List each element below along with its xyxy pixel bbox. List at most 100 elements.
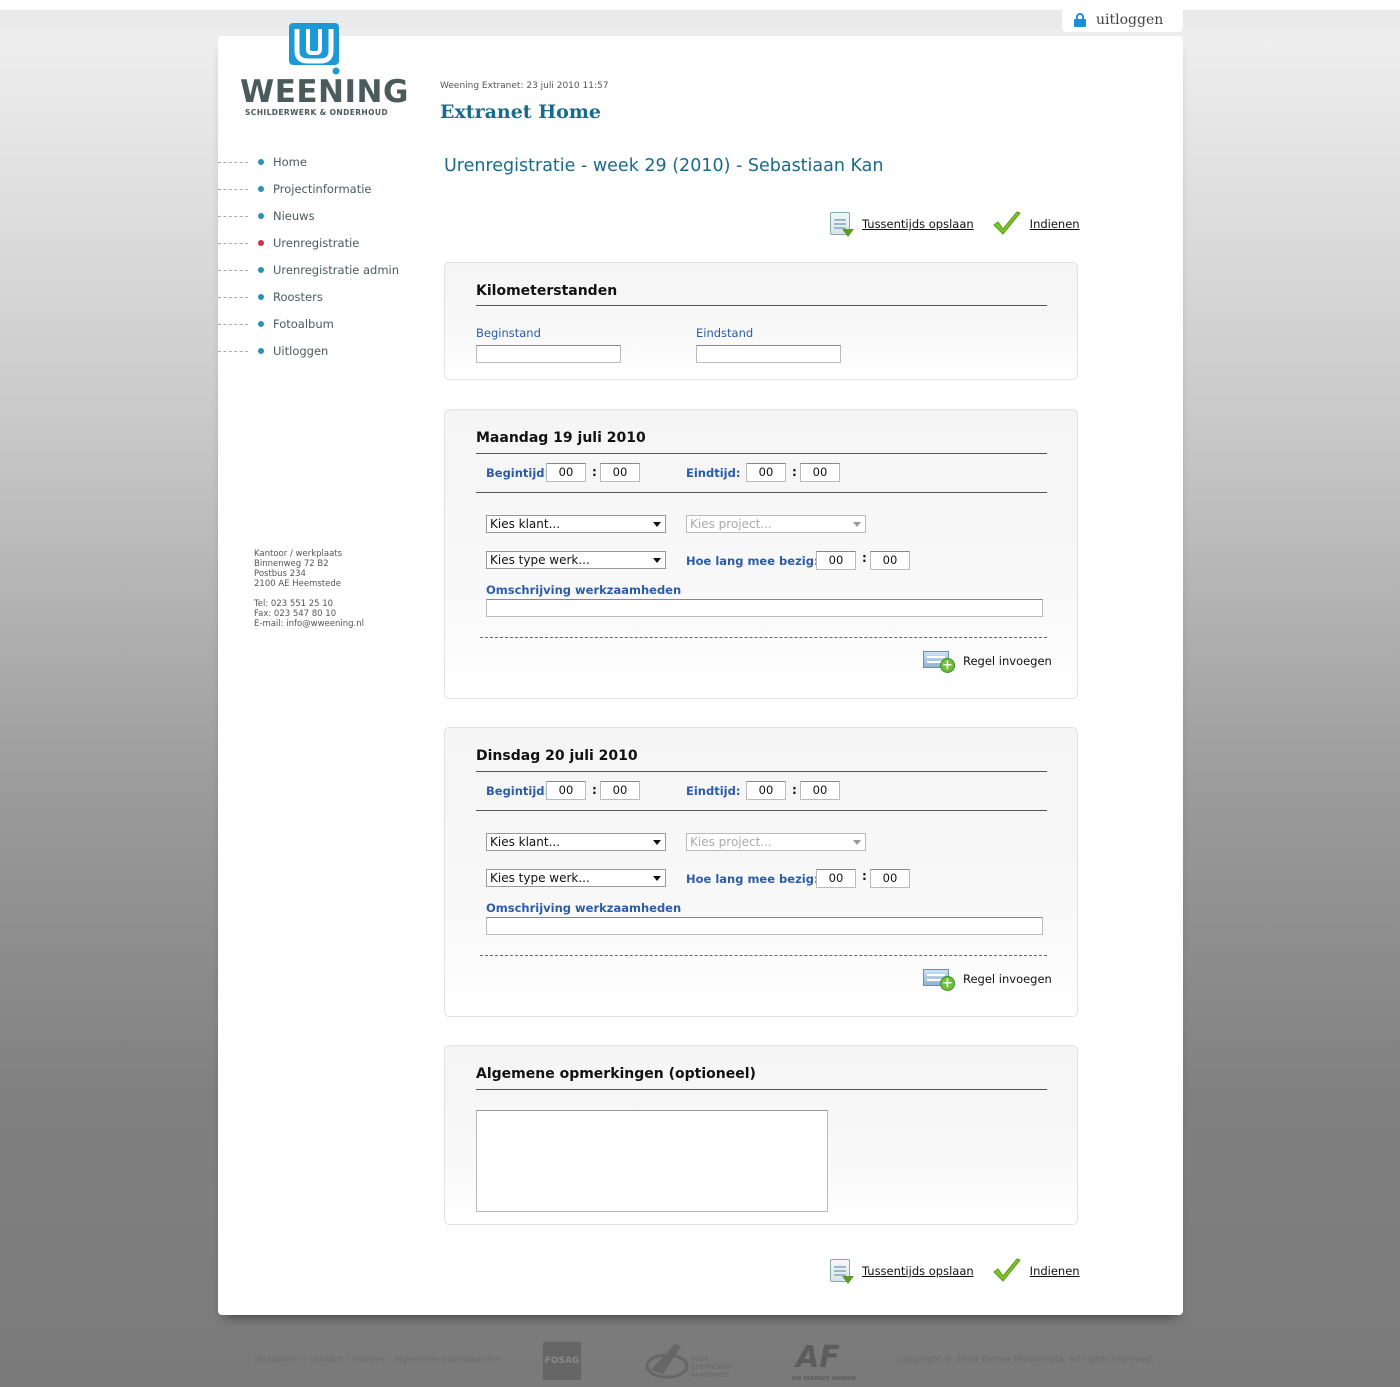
project-select: Kies project...	[686, 833, 866, 851]
description-input[interactable]	[486, 917, 1043, 935]
save-document-icon	[828, 211, 854, 237]
footer-links[interactable]: disclaimer - contact - relaties - algeme…	[254, 1355, 501, 1365]
sidebar-item-label[interactable]: Nieuws	[273, 209, 315, 223]
sidebar-item-label[interactable]: Home	[273, 155, 307, 169]
sidebar-item-label[interactable]: Roosters	[273, 290, 323, 304]
af-logo: AF UW ERKENDE VAKMAN	[792, 1340, 856, 1384]
fosag-logo: FOSAG	[543, 1342, 581, 1380]
add-row-label[interactable]: Regel invoegen	[963, 654, 1052, 668]
sidebar-item-roosters[interactable]: Roosters	[218, 283, 418, 310]
sidebar-item-label[interactable]: Uitloggen	[273, 344, 328, 358]
submit-label[interactable]: Indienen	[1030, 217, 1080, 231]
save-draft-button[interactable]: Tussentijds opslaan	[828, 1258, 974, 1284]
sidebar-item-urenregistratie-admin[interactable]: Urenregistratie admin	[218, 256, 418, 283]
duration-minute-input[interactable]: 00	[870, 551, 910, 570]
start-km-label: Beginstand	[476, 326, 541, 340]
sidebar-item-projectinformatie[interactable]: Projectinformatie	[218, 175, 418, 202]
nav-dash	[218, 269, 248, 271]
time-separator: :	[792, 465, 797, 479]
save-draft-label[interactable]: Tussentijds opslaan	[862, 217, 974, 231]
sidebar-item-uitloggen[interactable]: Uitloggen	[218, 337, 418, 364]
start-minute-input[interactable]: 00	[600, 781, 640, 800]
submit-label[interactable]: Indienen	[1030, 1264, 1080, 1278]
duration-hour-input[interactable]: 00	[816, 869, 856, 888]
end-km-input[interactable]	[696, 345, 841, 363]
duration-minute-input[interactable]: 00	[870, 869, 910, 888]
vca-line: CERTIFICEERT	[691, 1364, 733, 1371]
sidebar-item-label[interactable]: Urenregistratie	[273, 236, 359, 250]
checkmark-icon	[992, 211, 1021, 235]
submit-button[interactable]: Indienen	[992, 1257, 1080, 1285]
section-divider	[476, 771, 1047, 772]
client-select[interactable]: Kies klant...	[486, 833, 666, 851]
dashed-divider	[480, 955, 1047, 956]
start-hour-input[interactable]: 00	[546, 781, 586, 800]
client-select[interactable]: Kies klant...	[486, 515, 666, 533]
nav-bullet-icon	[258, 347, 264, 354]
nav-bullet-active-icon	[258, 239, 264, 246]
sidebar-item-label[interactable]: Projectinformatie	[273, 182, 371, 196]
worktype-select[interactable]: Kies type werk...	[486, 551, 666, 569]
start-time-label: Begintijd:	[486, 466, 550, 480]
end-minute-input[interactable]: 00	[800, 463, 840, 482]
add-row-button[interactable]: + Regel invoegen	[923, 967, 1052, 991]
time-separator: :	[592, 783, 597, 797]
form-heading: Urenregistratie - week 29 (2010) - Sebas…	[444, 156, 884, 176]
nav-bullet-icon	[258, 185, 264, 192]
fosag-logo-text: FOSAG	[544, 1356, 580, 1366]
start-hour-input[interactable]: 00	[546, 463, 586, 482]
add-row-label[interactable]: Regel invoegen	[963, 972, 1052, 986]
logout-label[interactable]: uitloggen	[1096, 12, 1163, 28]
project-select: Kies project...	[686, 515, 866, 533]
dropdown-caret-icon	[853, 522, 861, 527]
add-row-icon: +	[923, 649, 955, 673]
address-line: 2100 AE Heemstede	[254, 579, 341, 589]
top-actions: Tussentijds opslaan Indienen	[828, 210, 1080, 238]
save-document-icon	[828, 1258, 854, 1284]
remarks-card: Algemene opmerkingen (optioneel)	[444, 1045, 1078, 1225]
end-time-label: Eindtijd:	[686, 466, 741, 480]
sidebar-item-nieuws[interactable]: Nieuws	[218, 202, 418, 229]
sidebar-item-urenregistratie[interactable]: Urenregistratie	[218, 229, 418, 256]
sidebar-item-label[interactable]: Fotoalbum	[273, 317, 334, 331]
header-meta: Weening Extranet: 23 juli 2010 11:57	[440, 81, 609, 91]
brand-tagline: SCHILDERWERK & ONDERHOUD	[245, 108, 388, 117]
top-strip	[0, 0, 1400, 10]
worktype-select-value: Kies type werk...	[490, 553, 590, 567]
duration-label: Hoe lang mee bezig:	[686, 554, 819, 568]
time-separator: :	[862, 551, 867, 565]
nav-bullet-icon	[258, 320, 264, 327]
submit-button[interactable]: Indienen	[992, 210, 1080, 238]
page-title: Extranet Home	[440, 101, 602, 123]
lock-icon	[1074, 13, 1086, 27]
kilometers-card: Kilometerstanden Beginstand Eindstand	[444, 262, 1078, 380]
duration-label: Hoe lang mee bezig:	[686, 872, 819, 886]
client-select-value: Kies klant...	[490, 517, 561, 531]
description-input[interactable]	[486, 599, 1043, 617]
day-card-monday: Maandag 19 juli 2010 Begintijd: 00 : 00 …	[444, 409, 1078, 699]
start-minute-input[interactable]: 00	[600, 463, 640, 482]
remarks-textarea[interactable]	[476, 1110, 828, 1212]
sidebar-item-label[interactable]: Urenregistratie admin	[273, 263, 399, 277]
save-draft-button[interactable]: Tussentijds opslaan	[828, 211, 974, 237]
dashed-divider	[480, 637, 1047, 638]
sidebar-item-home[interactable]: Home	[218, 148, 418, 175]
worktype-select[interactable]: Kies type werk...	[486, 869, 666, 887]
nav-bullet-icon	[258, 266, 264, 273]
kilometers-title: Kilometerstanden	[476, 283, 618, 299]
logout-tab[interactable]: uitloggen	[1062, 8, 1183, 32]
start-km-input[interactable]	[476, 345, 621, 363]
end-hour-input[interactable]: 00	[746, 781, 786, 800]
save-draft-label[interactable]: Tussentijds opslaan	[862, 1264, 974, 1278]
sidebar-item-fotoalbum[interactable]: Fotoalbum	[218, 310, 418, 337]
nav-bullet-icon	[258, 212, 264, 219]
end-hour-input[interactable]: 00	[746, 463, 786, 482]
project-select-value: Kies project...	[690, 517, 772, 531]
end-minute-input[interactable]: 00	[800, 781, 840, 800]
duration-hour-input[interactable]: 00	[816, 551, 856, 570]
remarks-title: Algemene opmerkingen (optioneel)	[476, 1066, 756, 1082]
nav-dash	[218, 215, 248, 217]
weening-logo-icon	[289, 23, 340, 75]
client-select-value: Kies klant...	[490, 835, 561, 849]
add-row-button[interactable]: + Regel invoegen	[923, 649, 1052, 673]
